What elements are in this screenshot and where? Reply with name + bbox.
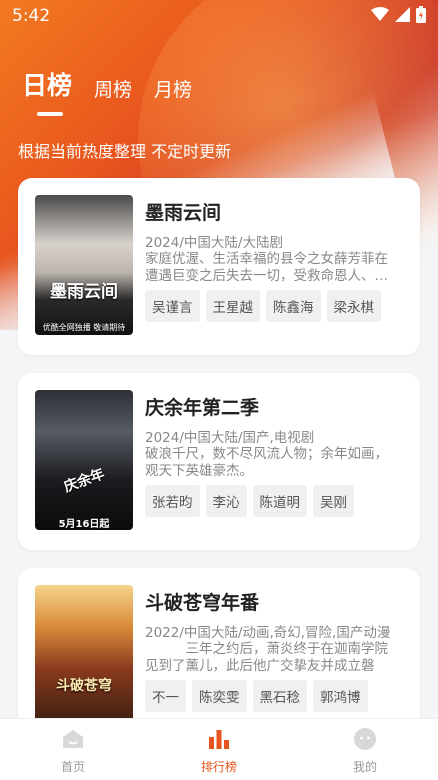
cast-tags: 不一 陈奕雯 黑石稔 郭鸿博: [145, 680, 368, 712]
status-bar: 5:42: [0, 0, 438, 32]
battery-icon: [416, 6, 426, 23]
cast-tag[interactable]: 陈鑫海: [266, 290, 321, 322]
poster-caption: 5月16日起: [58, 519, 110, 530]
item-meta: 2024/中国大陆/大陆剧: [145, 235, 283, 251]
cast-tag[interactable]: 张若昀: [145, 485, 200, 517]
tab-monthly-label: 月榜: [154, 79, 193, 101]
nav-profile-label: 我的: [352, 760, 377, 774]
status-time: 5:42: [12, 6, 51, 26]
nav-ranking[interactable]: 排行榜: [179, 727, 259, 775]
cast-tag[interactable]: 李沁: [205, 485, 247, 517]
item-title: 斗破苍穹年番: [145, 592, 260, 614]
list-item[interactable]: 墨雨云间 优酷全网独播 敬请期待 墨雨云间 2024/中国大陆/大陆剧 家庭优渥…: [18, 178, 420, 355]
ranking-subtitle: 根据当前热度整理 不定时更新: [18, 142, 232, 161]
tab-daily[interactable]: 日榜: [22, 66, 73, 116]
poster-title: 斗破苍穹: [56, 678, 112, 694]
item-description: 家庭优渥、生活幸福的县令之女薛芳菲在遭遇巨变之后失去一切，受救命恩人、…: [145, 251, 388, 284]
wifi-icon: [371, 7, 389, 21]
nav-home[interactable]: 首页: [33, 727, 113, 775]
item-title: 庆余年第二季: [145, 397, 260, 419]
tab-weekly-label: 周榜: [94, 79, 133, 101]
poster-image: 庆余年 5月16日起: [35, 390, 133, 530]
tab-daily-label: 日榜: [22, 71, 73, 100]
profile-face-icon: [354, 728, 376, 750]
poster-image: 墨雨云间 优酷全网独播 敬请期待: [35, 195, 133, 335]
cast-tag[interactable]: 陈奕雯: [192, 680, 247, 712]
ranking-tabs: 日榜 周榜 月榜: [22, 66, 192, 116]
item-description: 破浪千尺，数不尽风流人物；余年如画，观天下英雄豪杰。: [145, 446, 388, 479]
cast-tag[interactable]: 王星越: [205, 290, 260, 322]
cast-tag[interactable]: 陈道明: [252, 485, 307, 517]
cast-tags: 吴谨言 王星越 陈鑫海 梁永棋: [145, 290, 381, 322]
bar-chart-icon: [209, 730, 229, 749]
cast-tag[interactable]: 吴刚: [313, 485, 354, 517]
nav-home-label: 首页: [60, 760, 85, 774]
poster-title: 庆余年: [61, 466, 107, 496]
cast-tag[interactable]: 吴谨言: [145, 290, 200, 322]
cast-tags: 张若昀 李沁 陈道明 吴刚: [145, 485, 354, 517]
item-description: 三年之约后，萧炎终于在迦南学院见到了薰儿，此后他广交挚友并成立磐门…: [145, 641, 388, 674]
tab-weekly[interactable]: 周榜: [94, 75, 132, 102]
list-item[interactable]: 庆余年 5月16日起 庆余年第二季 2024/中国大陆/国产,电视剧 破浪千尺，…: [18, 373, 420, 550]
bottom-navigation: 首页 排行榜 我的: [0, 718, 438, 780]
poster-title: 墨雨云间: [50, 282, 118, 302]
signal-icon: [395, 7, 410, 22]
tab-active-indicator: [37, 112, 63, 116]
item-meta: 2024/中国大陆/国产,电视剧: [145, 430, 315, 446]
cast-tag[interactable]: 郭鸿博: [313, 680, 368, 712]
item-meta: 2022/中国大陆/动画,奇幻,冒险,国产动漫: [145, 625, 391, 641]
nav-profile[interactable]: 我的: [325, 727, 405, 775]
status-icons: [371, 6, 426, 23]
nav-ranking-label: 排行榜: [200, 760, 237, 774]
poster-image: 斗破苍穹: [35, 585, 133, 725]
poster-caption: 优酷全网独播 敬请期待: [42, 323, 126, 332]
item-title: 墨雨云间: [145, 202, 222, 224]
cast-tag[interactable]: 梁永棋: [326, 290, 381, 322]
tab-monthly[interactable]: 月榜: [154, 75, 192, 102]
cast-tag[interactable]: 不一: [145, 680, 186, 712]
cast-tag[interactable]: 黑石稔: [252, 680, 307, 712]
home-icon: [63, 730, 83, 748]
